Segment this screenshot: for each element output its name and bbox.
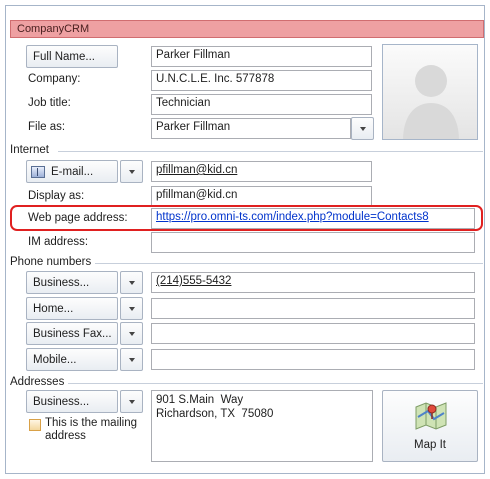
chevron-down-icon	[128, 357, 135, 362]
map-it-label: Map It	[414, 439, 446, 451]
chevron-down-icon	[128, 280, 135, 285]
display-as-label: Display as:	[28, 190, 85, 202]
phone-business-fax-field[interactable]	[151, 323, 475, 344]
phone-mobile-field[interactable]	[151, 349, 475, 370]
phone-home-button[interactable]: Home...	[26, 297, 118, 320]
email-dropdown[interactable]	[120, 160, 143, 183]
email-button[interactable]: E-mail...	[26, 160, 118, 183]
map-it-button[interactable]: Map It	[382, 390, 478, 462]
display-as-field[interactable]: pfillman@kid.cn	[151, 186, 372, 207]
file-as-field[interactable]: Parker Fillman	[151, 118, 351, 139]
phone-section-title: Phone numbers	[10, 256, 92, 268]
im-address-field[interactable]	[151, 232, 475, 253]
phone-mobile-dropdown[interactable]	[120, 348, 143, 371]
web-page-label: Web page address:	[28, 212, 128, 224]
addresses-section-title: Addresses	[10, 376, 65, 388]
file-as-dropdown[interactable]	[351, 117, 374, 140]
address-business-button[interactable]: Business...	[26, 390, 118, 413]
email-field[interactable]: pfillman@kid.cn	[151, 161, 372, 182]
company-field[interactable]: U.N.C.L.E. Inc. 577878	[151, 70, 372, 91]
mailing-address-label: This is the mailing address	[45, 417, 138, 442]
phone-divider	[95, 263, 483, 264]
web-page-field[interactable]: https://pro.omni-ts.com/index.php?module…	[151, 208, 475, 229]
phone-home-dropdown[interactable]	[120, 297, 143, 320]
im-address-label: IM address:	[28, 236, 89, 248]
address-type-dropdown[interactable]	[120, 390, 143, 413]
file-as-label: File as:	[28, 121, 66, 133]
chevron-down-icon	[359, 126, 366, 131]
address-field[interactable]: 901 S.Main Way Richardson, TX 75080	[151, 390, 373, 462]
email-button-label: E-mail...	[51, 165, 94, 178]
job-title-field[interactable]: Technician	[151, 94, 372, 115]
chevron-down-icon	[128, 399, 135, 404]
phone-business-fax-dropdown[interactable]	[120, 322, 143, 345]
company-label: Company:	[28, 73, 81, 85]
chevron-down-icon	[128, 169, 135, 174]
full-name-button[interactable]: Full Name...	[26, 45, 118, 68]
addresses-divider	[68, 383, 483, 384]
mailing-address-checkbox[interactable]	[29, 419, 41, 431]
job-title-label: Job title:	[28, 97, 71, 109]
phone-business-field[interactable]: (214)555-5432	[151, 272, 475, 293]
phone-home-field[interactable]	[151, 298, 475, 319]
contact-photo[interactable]	[382, 44, 478, 140]
contact-silhouette-icon	[403, 65, 459, 139]
chevron-down-icon	[128, 306, 135, 311]
internet-section-title: Internet	[10, 144, 49, 156]
title-bar: CompanyCRM	[10, 20, 484, 38]
full-name-field[interactable]: Parker Fillman	[151, 46, 372, 67]
phone-business-fax-button[interactable]: Business Fax...	[26, 322, 118, 345]
chevron-down-icon	[128, 331, 135, 336]
address-book-icon	[31, 165, 45, 178]
map-pin-icon	[415, 402, 447, 430]
phone-mobile-button[interactable]: Mobile...	[26, 348, 118, 371]
internet-divider	[58, 151, 483, 152]
title-bar-label: CompanyCRM	[17, 23, 90, 35]
phone-business-button[interactable]: Business...	[26, 271, 118, 294]
phone-business-dropdown[interactable]	[120, 271, 143, 294]
